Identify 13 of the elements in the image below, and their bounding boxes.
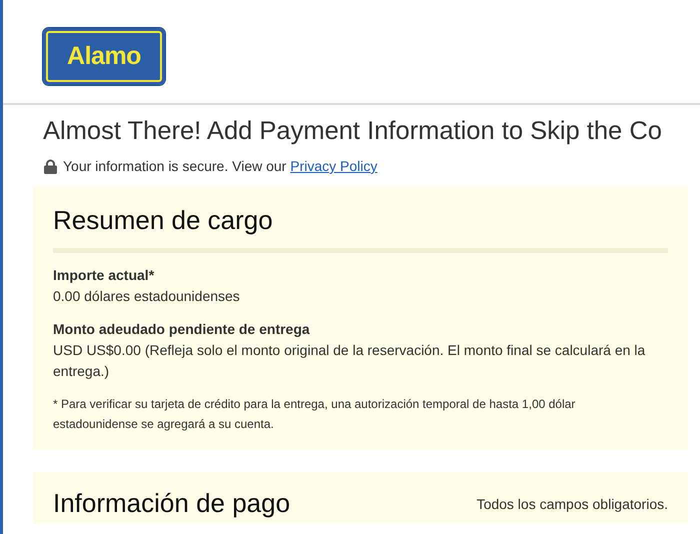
privacy-policy-link[interactable]: Privacy Policy <box>290 158 378 174</box>
page-title: Almost There! Add Payment Information to Skip the Co <box>43 117 663 146</box>
required-note: Todos los campos obligatorios. <box>476 496 668 512</box>
lock-icon <box>44 158 57 174</box>
field-label: Importe actual* <box>53 266 156 285</box>
logo: Alamo <box>43 28 165 85</box>
security-note: Your information is secure. View our Privacy Policy <box>63 158 378 174</box>
section-heading: Resumen de cargo <box>53 205 274 236</box>
field-value: USD US$0.00 (Refleja solo el monto original de la reservación. El monto final se calculará en la entrega.) <box>53 341 646 381</box>
field-value: 0.00 dólares estadounidenses <box>53 287 241 306</box>
field-label: Monto adeudado pendiente de entrega <box>53 320 311 339</box>
footnote: * Para verificar su tarjeta de crédito para la entrega, una autorización temporal de hasta 1,00 dólar estadounidense se agregará a su cuenta. <box>53 396 576 433</box>
section-heading: Información de pago <box>53 488 290 519</box>
